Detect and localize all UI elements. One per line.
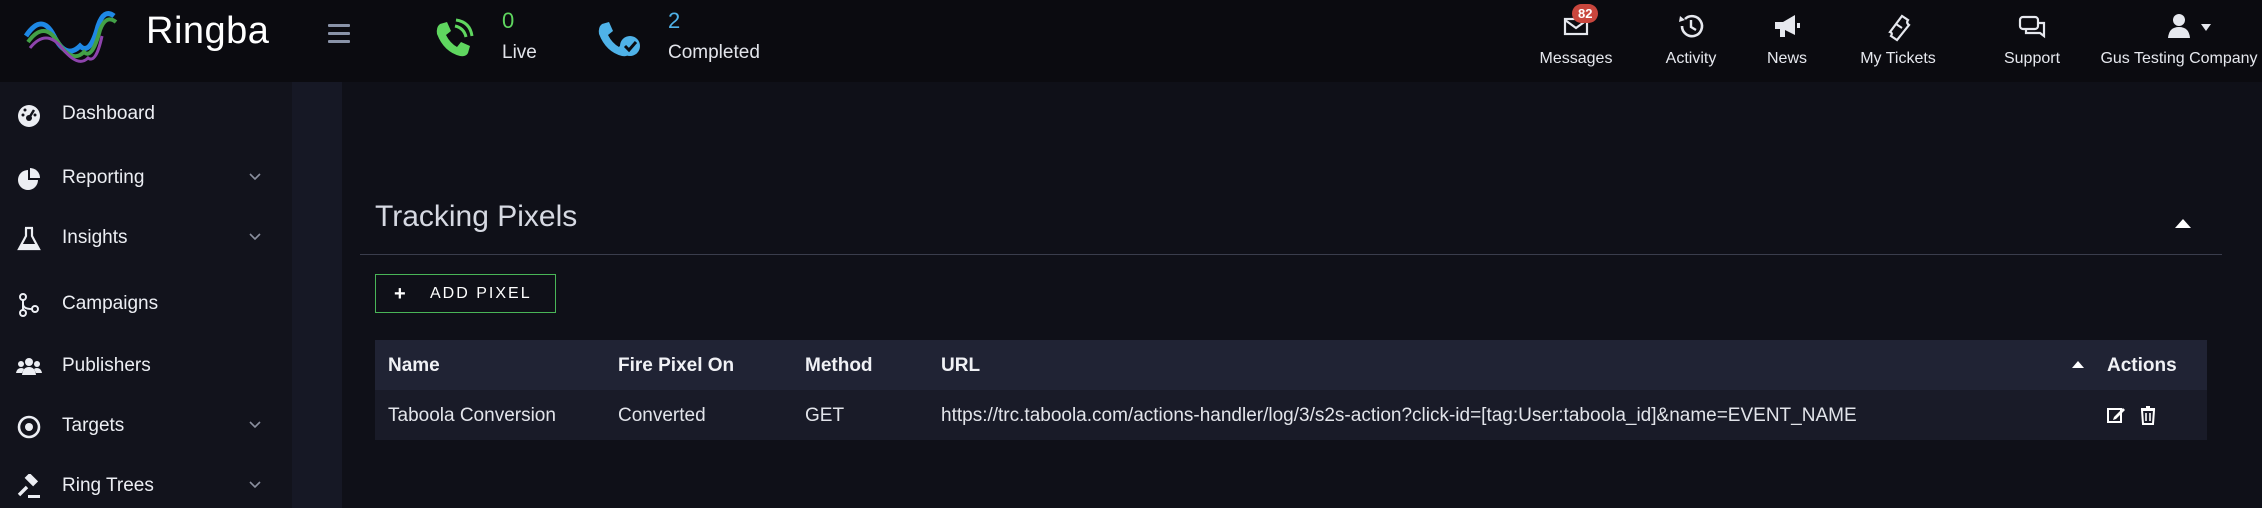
chevron-down-icon xyxy=(249,481,261,489)
column-header-actions: Actions xyxy=(2107,355,2177,376)
sidebar-gutter xyxy=(292,82,342,508)
support-label: Support xyxy=(2003,50,2061,67)
support-nav[interactable]: Support xyxy=(2000,10,2064,68)
collapse-panel-icon[interactable] xyxy=(2174,216,2192,230)
caret-down-icon xyxy=(2201,24,2211,31)
phone-check-icon xyxy=(598,22,640,57)
sidebar-item-label: Dashboard xyxy=(62,103,155,124)
phone-live-icon xyxy=(436,18,474,57)
table-header: Name Fire Pixel On Method URL Actions xyxy=(375,340,2207,390)
hamburger-line xyxy=(328,40,350,43)
sidebar-item-insights[interactable]: Insights xyxy=(0,218,292,258)
sidebar-item-label: Insights xyxy=(62,227,128,248)
target-icon xyxy=(17,415,41,439)
sidebar-item-label: Targets xyxy=(62,415,125,436)
menu-toggle-button[interactable] xyxy=(328,24,350,44)
column-header-url[interactable]: URL xyxy=(941,355,980,377)
edit-icon[interactable] xyxy=(2105,404,2127,426)
my-tickets-nav[interactable]: My Tickets xyxy=(1856,10,1940,68)
trash-icon[interactable] xyxy=(2137,404,2159,426)
account-label: Gus Testing Company xyxy=(2100,50,2258,67)
live-calls-stat[interactable]: 0 Live xyxy=(430,6,550,76)
live-label: Live xyxy=(502,42,537,63)
dashboard-icon xyxy=(18,105,40,127)
chat-icon xyxy=(2018,15,2046,39)
history-icon xyxy=(1679,14,1704,38)
sidebar-item-label: Ring Trees xyxy=(62,475,154,496)
column-header-fire-pixel-on[interactable]: Fire Pixel On xyxy=(618,355,734,377)
my-tickets-label: My Tickets xyxy=(1860,50,1936,67)
table-row: Taboola Conversion Converted GET https:/… xyxy=(375,390,2207,440)
add-pixel-button[interactable]: + ADD PIXEL xyxy=(375,274,556,313)
sidebar-item-label: Publishers xyxy=(62,355,151,376)
sidebar-item-publishers[interactable]: Publishers xyxy=(0,346,292,386)
account-menu[interactable]: Gus Testing Company xyxy=(2098,10,2260,68)
gavel-icon xyxy=(17,474,40,498)
completed-calls-stat[interactable]: 2 Completed xyxy=(596,6,796,76)
ticket-icon xyxy=(1888,14,1911,42)
sidebar-item-dashboard[interactable]: Dashboard xyxy=(0,94,292,134)
activity-label: Activity xyxy=(1665,50,1717,67)
completed-count: 2 xyxy=(668,8,681,33)
messages-badge: 82 xyxy=(1572,4,1599,23)
sidebar-item-reporting[interactable]: Reporting xyxy=(0,158,292,198)
fire-pixel-on-cell: Converted xyxy=(618,405,706,426)
chevron-down-icon xyxy=(249,233,261,241)
brand-name: Ringba xyxy=(146,10,270,52)
method-cell: GET xyxy=(805,405,845,426)
url-cell: https://trc.taboola.com/actions-handler/… xyxy=(941,405,1857,426)
add-pixel-label: ADD PIXEL xyxy=(430,285,532,302)
sidebar-item-label: Reporting xyxy=(62,167,145,188)
ringba-logo-icon[interactable] xyxy=(24,6,144,72)
sidebar-item-ring-trees[interactable]: Ring Trees xyxy=(0,466,292,506)
column-header-method[interactable]: Method xyxy=(805,355,873,377)
news-label: News xyxy=(1766,50,1807,67)
flask-icon xyxy=(17,226,41,251)
messages-label: Messages xyxy=(1539,50,1613,67)
megaphone-icon xyxy=(1775,15,1800,37)
users-icon xyxy=(16,358,42,375)
panel-divider xyxy=(360,254,2222,255)
sidebar-item-targets[interactable]: Targets xyxy=(0,406,292,446)
news-nav[interactable]: News xyxy=(1764,10,1810,68)
chevron-down-icon xyxy=(249,421,261,429)
plus-icon: + xyxy=(394,283,406,305)
sidebar-item-campaigns[interactable]: Campaigns xyxy=(0,284,292,324)
chevron-down-icon xyxy=(249,173,261,181)
column-header-name[interactable]: Name xyxy=(388,355,440,377)
top-bar: Ringba 0 Live 2 Completed 82 Messages Ac… xyxy=(0,0,2262,82)
user-icon xyxy=(2168,14,2190,38)
main-content xyxy=(342,82,2262,508)
sort-ascending-icon[interactable] xyxy=(2071,359,2085,369)
pie-chart-icon xyxy=(18,168,40,190)
pixel-name-cell: Taboola Conversion xyxy=(388,405,556,426)
messages-nav[interactable]: 82 Messages xyxy=(1538,4,1614,68)
activity-nav[interactable]: Activity xyxy=(1656,10,1726,68)
branch-icon xyxy=(19,293,39,317)
hamburger-line xyxy=(328,32,350,35)
completed-label: Completed xyxy=(668,42,760,63)
live-count: 0 xyxy=(502,8,515,33)
sidebar-item-label: Campaigns xyxy=(62,293,159,314)
hamburger-line xyxy=(328,24,350,27)
panel-title: Tracking Pixels xyxy=(375,200,578,233)
